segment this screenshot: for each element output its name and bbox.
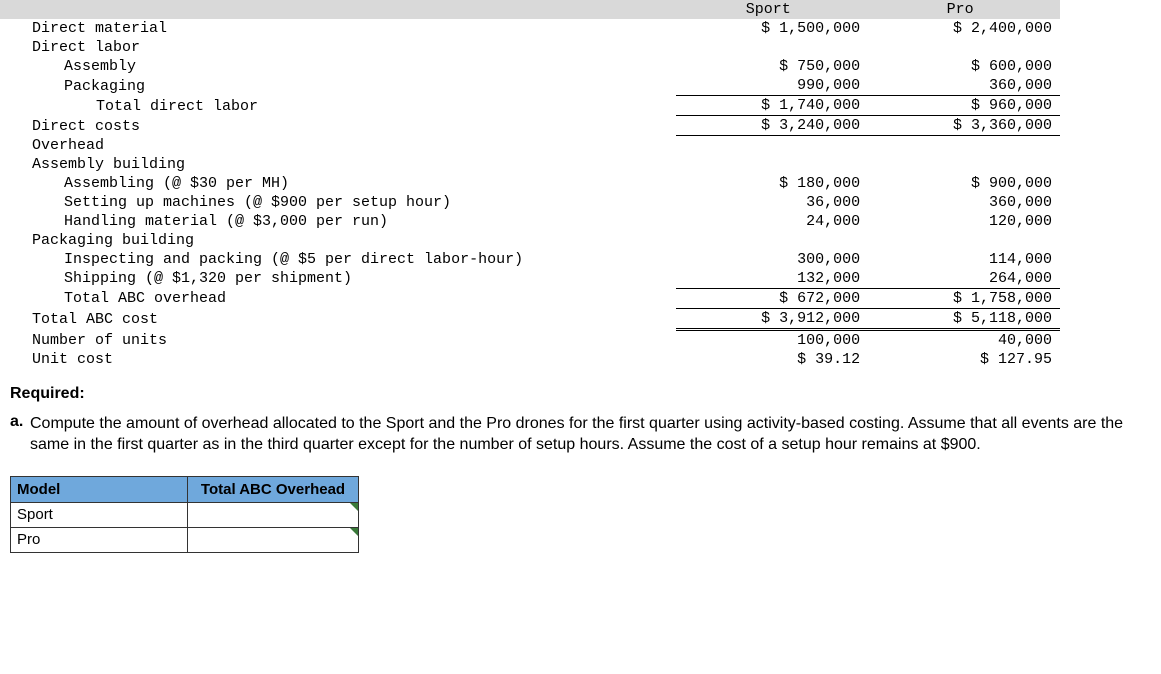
header-pro: Pro (868, 0, 1060, 19)
dc-sport: $ 3,240,000 (676, 116, 868, 136)
answer-table: Model Total ABC Overhead Sport Pro (10, 476, 359, 553)
tabco-pro: $ 1,758,000 (868, 288, 1060, 308)
answer-input-sport[interactable] (188, 502, 359, 527)
row-setup: Setting up machines (@ $900 per setup ho… (0, 193, 676, 212)
row-inspecting: Inspecting and packing (@ $5 per direct … (0, 250, 676, 269)
row-unit-cost: Unit cost (0, 350, 676, 369)
answer-label-pro: Pro (11, 527, 188, 552)
hand-pro: 120,000 (868, 212, 1060, 231)
row-direct-costs: Direct costs (0, 116, 676, 136)
answer-label-sport: Sport (11, 502, 188, 527)
assem-pro: $ 900,000 (868, 174, 1060, 193)
row-shipping: Shipping (@ $1,320 per shipment) (0, 269, 676, 289)
row-direct-material: Direct material (0, 19, 676, 38)
tdl-pro: $ 960,000 (868, 96, 1060, 116)
row-packaging: Packaging (0, 76, 676, 96)
cell-marker-icon (350, 528, 358, 536)
tabcc-sport: $ 3,912,000 (676, 308, 868, 329)
question-marker: a. (10, 413, 30, 456)
cost-table: Sport Pro Direct material $ 1,500,000 $ … (0, 0, 1060, 369)
cell-marker-icon (350, 503, 358, 511)
question-text: Compute the amount of overhead allocated… (30, 413, 1151, 456)
tabcc-pro: $ 5,118,000 (868, 308, 1060, 329)
answer-input-pro[interactable] (188, 527, 359, 552)
setup-sport: 36,000 (676, 193, 868, 212)
row-assembly-building: Assembly building (0, 155, 676, 174)
asm-pro: $ 600,000 (868, 57, 1060, 76)
ship-pro: 264,000 (868, 269, 1060, 289)
row-total-abc-cost: Total ABC cost (0, 308, 676, 329)
row-total-direct-labor: Total direct labor (0, 96, 676, 116)
asm-sport: $ 750,000 (676, 57, 868, 76)
setup-pro: 360,000 (868, 193, 1060, 212)
dm-sport: $ 1,500,000 (676, 19, 868, 38)
required-heading: Required: (10, 385, 85, 402)
unitcost-pro: $ 127.95 (868, 350, 1060, 369)
row-assembly: Assembly (0, 57, 676, 76)
assem-sport: $ 180,000 (676, 174, 868, 193)
answer-col-model: Model (11, 476, 188, 502)
insp-pro: 114,000 (868, 250, 1060, 269)
row-direct-labor: Direct labor (0, 38, 676, 57)
tabco-sport: $ 672,000 (676, 288, 868, 308)
row-assembling: Assembling (@ $30 per MH) (0, 174, 676, 193)
answer-row-sport: Sport (11, 502, 359, 527)
ship-sport: 132,000 (676, 269, 868, 289)
header-sport: Sport (676, 0, 868, 19)
row-packaging-building: Packaging building (0, 231, 676, 250)
pkg-sport: 990,000 (676, 76, 868, 96)
row-units: Number of units (0, 329, 676, 350)
answer-col-total: Total ABC Overhead (188, 476, 359, 502)
blank-header (0, 0, 676, 19)
hand-sport: 24,000 (676, 212, 868, 231)
row-total-abc-overhead: Total ABC overhead (0, 288, 676, 308)
insp-sport: 300,000 (676, 250, 868, 269)
answer-row-pro: Pro (11, 527, 359, 552)
units-pro: 40,000 (868, 329, 1060, 350)
row-handling: Handling material (@ $3,000 per run) (0, 212, 676, 231)
dm-pro: $ 2,400,000 (868, 19, 1060, 38)
unitcost-sport: $ 39.12 (676, 350, 868, 369)
tdl-sport: $ 1,740,000 (676, 96, 868, 116)
pkg-pro: 360,000 (868, 76, 1060, 96)
row-overhead: Overhead (0, 136, 676, 155)
units-sport: 100,000 (676, 329, 868, 350)
dc-pro: $ 3,360,000 (868, 116, 1060, 136)
